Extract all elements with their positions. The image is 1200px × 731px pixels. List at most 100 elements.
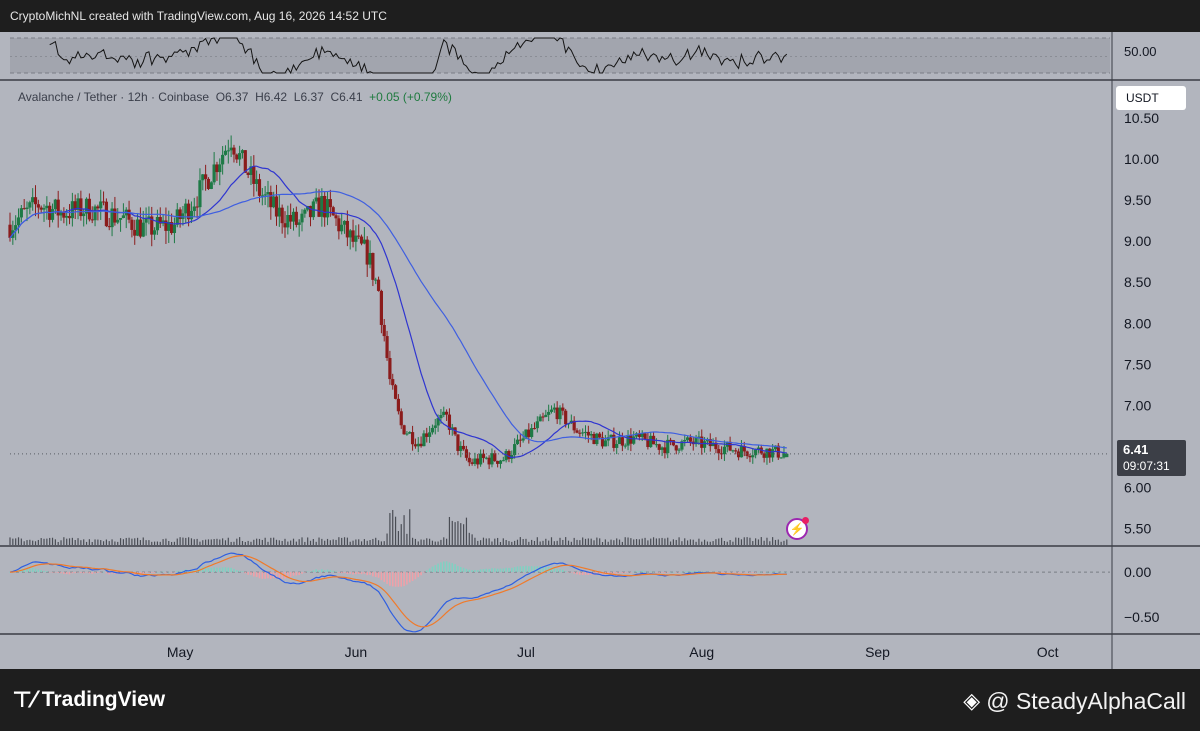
macd-histogram-bar [508,567,510,573]
candle-body [399,411,403,426]
volume-bar [315,541,317,545]
volume-bar [454,522,456,545]
candle-body [198,180,202,208]
macd-histogram-bar [363,572,366,574]
macd-histogram-bar [335,571,337,573]
macd-histogram-bar [732,572,734,573]
candle-body [549,409,554,412]
candle-body [65,215,69,218]
volume-bar [519,537,521,545]
volume-bar [193,539,195,545]
candle-body [368,252,372,265]
volume-bar [681,541,683,545]
volume-bar [284,538,286,545]
macd-histogram-bar [213,567,215,573]
macd-histogram-bar [428,568,431,573]
volume-bar [145,540,147,545]
candle-body [629,435,633,444]
volume-bar [134,538,136,545]
macd-histogram-bar [162,571,164,573]
macd-histogram-bar [539,566,541,573]
candle-body [527,429,531,437]
volume-bar [406,533,408,545]
macd-histogram-bar [233,568,235,573]
macd-histogram-bar [641,570,644,573]
bar-countdown: 09:07:31 [1123,459,1170,473]
volume-bar [386,533,388,545]
macd-histogram-bar [763,572,765,573]
macd-histogram-bar [218,567,221,573]
binance-icon: ◈ [963,688,981,714]
macd-histogram-bar [80,572,82,574]
volume-bar [173,541,176,545]
candle-body [623,445,627,447]
price-tick-label: 7.50 [1124,356,1151,372]
volume-bar [610,539,612,545]
lightning-icon[interactable]: ⚡ [786,517,809,540]
macd-line [9,552,787,633]
volume-bar [273,537,275,545]
volume-bar [695,541,697,545]
volume-bar [156,541,159,545]
price-tick-label: 10.00 [1124,151,1159,167]
candle-body [416,443,420,447]
volume-bar [482,537,485,545]
volume-bar [119,538,122,545]
candle-body [620,437,624,446]
candle-body [544,414,548,417]
volume-bar [153,541,156,545]
candle-body [348,230,352,238]
volume-bar [769,541,771,545]
volume-bar [270,537,272,545]
macd-histogram-bar [63,572,65,574]
volume-bar [420,539,422,545]
candle-body [90,219,94,221]
currency-button[interactable]: USDT [1116,86,1186,110]
macd-histogram-bar [304,572,306,573]
volume-bar [536,537,538,545]
tradingview-logo[interactable]: ⊤⁄ TradingView [12,687,165,713]
candle-body [515,439,520,445]
macd-histogram-bar [323,570,326,573]
macd-histogram-bar [159,571,162,573]
candle-body [674,445,678,451]
volume-bar [499,541,502,545]
volume-bar [83,539,85,545]
macd-histogram-bar [270,572,272,579]
macd-histogram-bar [476,570,479,573]
macd-histogram-bar [369,572,371,575]
macd-histogram-bar [102,571,105,573]
candle-body [42,208,46,210]
volume-bar [49,537,51,545]
chart-canvas[interactable]: 50.005.506.006.507.007.508.008.509.009.5… [0,32,1200,669]
volume-bar [732,541,734,545]
candle-body [603,440,607,447]
legend-low: L6.37 [293,90,324,104]
candle-body [734,450,738,452]
signal-line [9,554,787,628]
volume-bar [689,539,692,545]
volume-bar [604,539,606,545]
volume-bar [326,538,329,545]
macd-histogram-bar [179,570,181,573]
candle-body [96,206,100,209]
candle-body [209,182,213,189]
price-tick-label: 9.50 [1124,192,1151,208]
macd-histogram-bar [678,572,680,573]
macd-histogram-bar [448,562,451,573]
candle-body [201,174,205,181]
volume-bar [647,540,649,545]
candle-body [555,407,559,420]
candle-body [192,206,196,211]
macd-histogram-bar [207,567,210,573]
macd-tick-label: 0.00 [1124,564,1151,580]
candle-body [737,451,741,458]
volume-bar [168,540,170,545]
candle-body [53,199,57,210]
candle-body [359,236,364,244]
macd-histogram-bar [142,572,145,574]
macd-histogram-bar [77,572,79,573]
volume-bar [281,540,283,545]
macd-histogram-bar [786,571,788,573]
candle-body [688,437,693,442]
